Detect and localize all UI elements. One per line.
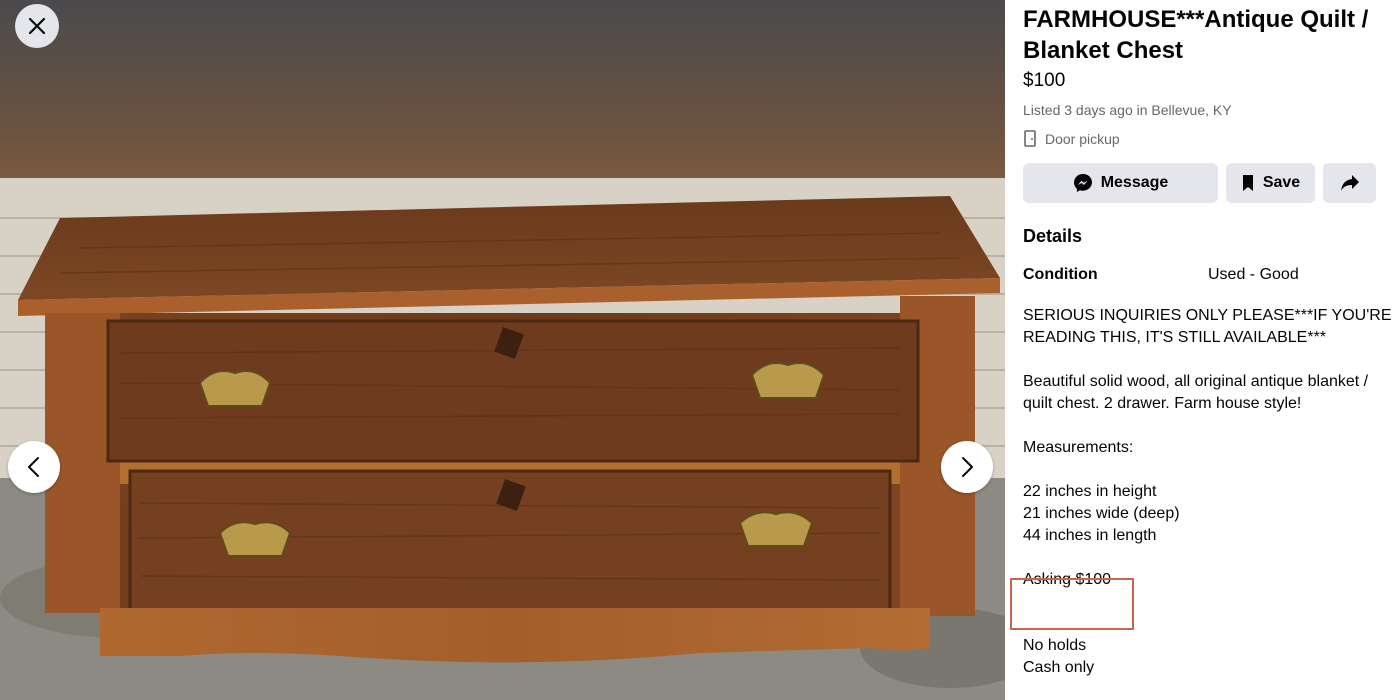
cash-only-text: Cash only	[1023, 659, 1095, 676]
bookmark-icon	[1242, 175, 1253, 191]
messenger-icon	[1073, 174, 1092, 192]
description-summary: Beautiful solid wood, all original antiq…	[1023, 373, 1369, 412]
no-holds-text: No holds	[1023, 637, 1087, 654]
measurement-width: 21 inches wide (deep)	[1023, 505, 1180, 522]
measurement-height: 22 inches in height	[1023, 483, 1157, 500]
chevron-left-icon	[28, 457, 39, 477]
share-icon	[1340, 175, 1359, 191]
blurred-background	[0, 0, 1005, 178]
message-label: Message	[1100, 174, 1169, 191]
message-button[interactable]: Message	[1023, 163, 1218, 203]
door-icon	[1024, 130, 1036, 147]
measurement-length: 44 inches in length	[1023, 527, 1157, 544]
listing-photo	[0, 178, 1005, 700]
save-button[interactable]: Save	[1226, 163, 1315, 203]
save-label: Save	[1262, 174, 1301, 191]
action-bar: Message Save	[1023, 163, 1376, 203]
share-button[interactable]	[1323, 163, 1376, 203]
pickup-label: Door pickup	[1045, 130, 1120, 147]
listing-meta: Listed 3 days ago in Bellevue, KY	[1023, 102, 1232, 118]
condition-label: Condition	[1023, 266, 1098, 283]
close-icon	[28, 17, 46, 35]
measurements-heading: Measurements:	[1023, 439, 1134, 456]
previous-photo-button[interactable]	[8, 441, 60, 493]
photo-viewer	[0, 0, 1005, 700]
condition-value: Used - Good	[1208, 266, 1299, 283]
next-photo-button[interactable]	[941, 441, 993, 493]
asking-price-highlight	[1010, 578, 1134, 630]
pickup-info: Door pickup	[1023, 130, 1120, 147]
listing-title: FARMHOUSE***Antique Quilt / Blanket Ches…	[1023, 6, 1369, 64]
close-button[interactable]	[15, 4, 59, 48]
listing-price: $100	[1023, 70, 1066, 91]
description-notice: SERIOUS INQUIRIES ONLY PLEASE***IF YOU'R…	[1023, 307, 1392, 346]
chevron-right-icon	[962, 457, 973, 477]
details-heading: Details	[1023, 226, 1083, 246]
